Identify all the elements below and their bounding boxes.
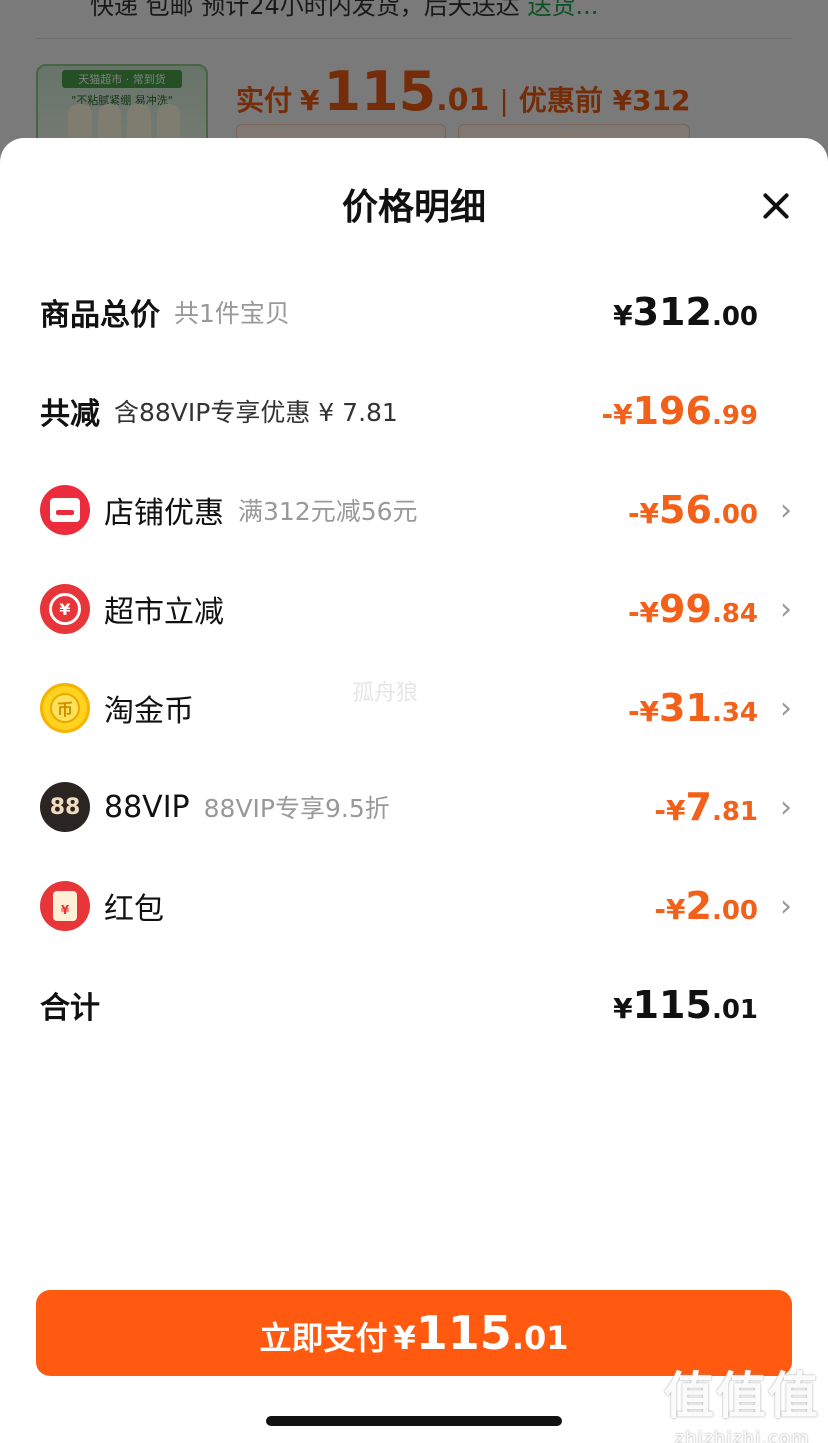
vip-rule: 88VIP专享9.5折	[203, 794, 390, 823]
total-discount-label: 共减	[40, 397, 100, 432]
supermarket-discount-amount: -¥ 99.84	[627, 587, 758, 631]
red-packet-row[interactable]: ¥ 红包 -¥ 2.00 ›	[40, 876, 792, 936]
price-detail-sheet: 价格明细 商品总价 共1件宝贝 ¥312.00 共减 含88VIP专享优惠 ¥ …	[0, 138, 828, 1443]
home-indicator[interactable]	[266, 1416, 562, 1426]
total-label: 合计	[40, 991, 100, 1026]
item-count: 共1件宝贝	[174, 299, 290, 328]
vip-discount-row[interactable]: 88 88VIP 88VIP专享9.5折 -¥ 7.81 ›	[40, 777, 792, 837]
vip-label: 88VIP	[104, 789, 190, 825]
chevron-right-icon: ›	[780, 888, 792, 924]
total-discount-amount: -¥ 196.99	[601, 389, 759, 433]
chevron-right-icon: ›	[780, 492, 792, 528]
red-packet-icon: ¥	[40, 881, 90, 931]
gold-coin-row[interactable]: 币 淘金币 -¥ 31.34 ›	[40, 678, 792, 738]
site-watermark-logo: 值值值 zhizhizhi.com	[664, 1367, 820, 1443]
gold-coin-icon: 币	[40, 683, 90, 733]
subtotal-amount: ¥312.00	[613, 290, 758, 334]
chevron-right-icon: ›	[780, 789, 792, 825]
shop-discount-row[interactable]: 店铺优惠 满312元减56元 -¥ 56.00 ›	[40, 480, 792, 540]
vip-discount-amount: -¥ 7.81	[654, 785, 758, 829]
shop-icon	[40, 485, 90, 535]
chevron-right-icon: ›	[780, 690, 792, 726]
close-icon[interactable]	[762, 192, 790, 220]
shop-discount-rule: 满312元减56元	[238, 497, 418, 526]
total-amount: ¥115.01	[613, 983, 758, 1027]
shop-discount-label: 店铺优惠	[104, 496, 224, 531]
red-packet-amount: -¥ 2.00	[654, 884, 758, 928]
supermarket-discount-row[interactable]: ¥ 超市立减 -¥ 99.84 ›	[40, 579, 792, 639]
total-discount-row: 共减 含88VIP专享优惠 ¥ 7.81 -¥ 196.99	[40, 381, 792, 441]
subtotal-label: 商品总价	[40, 298, 160, 333]
vip-discount-note: 含88VIP专享优惠 ¥ 7.81	[114, 398, 398, 427]
subtotal-row: 商品总价 共1件宝贝 ¥312.00	[40, 282, 792, 342]
chevron-right-icon: ›	[780, 591, 792, 627]
total-row: 合计 ¥115.01	[40, 975, 792, 1035]
supermarket-discount-icon: ¥	[40, 584, 90, 634]
sheet-title: 价格明细	[341, 187, 486, 228]
supermarket-discount-label: 超市立减	[104, 595, 224, 630]
gold-coin-amount: -¥ 31.34	[627, 686, 758, 730]
shop-discount-amount: -¥ 56.00	[627, 488, 758, 532]
red-packet-label: 红包	[104, 892, 164, 927]
gold-coin-label: 淘金币	[104, 694, 194, 729]
88vip-icon: 88	[40, 782, 90, 832]
